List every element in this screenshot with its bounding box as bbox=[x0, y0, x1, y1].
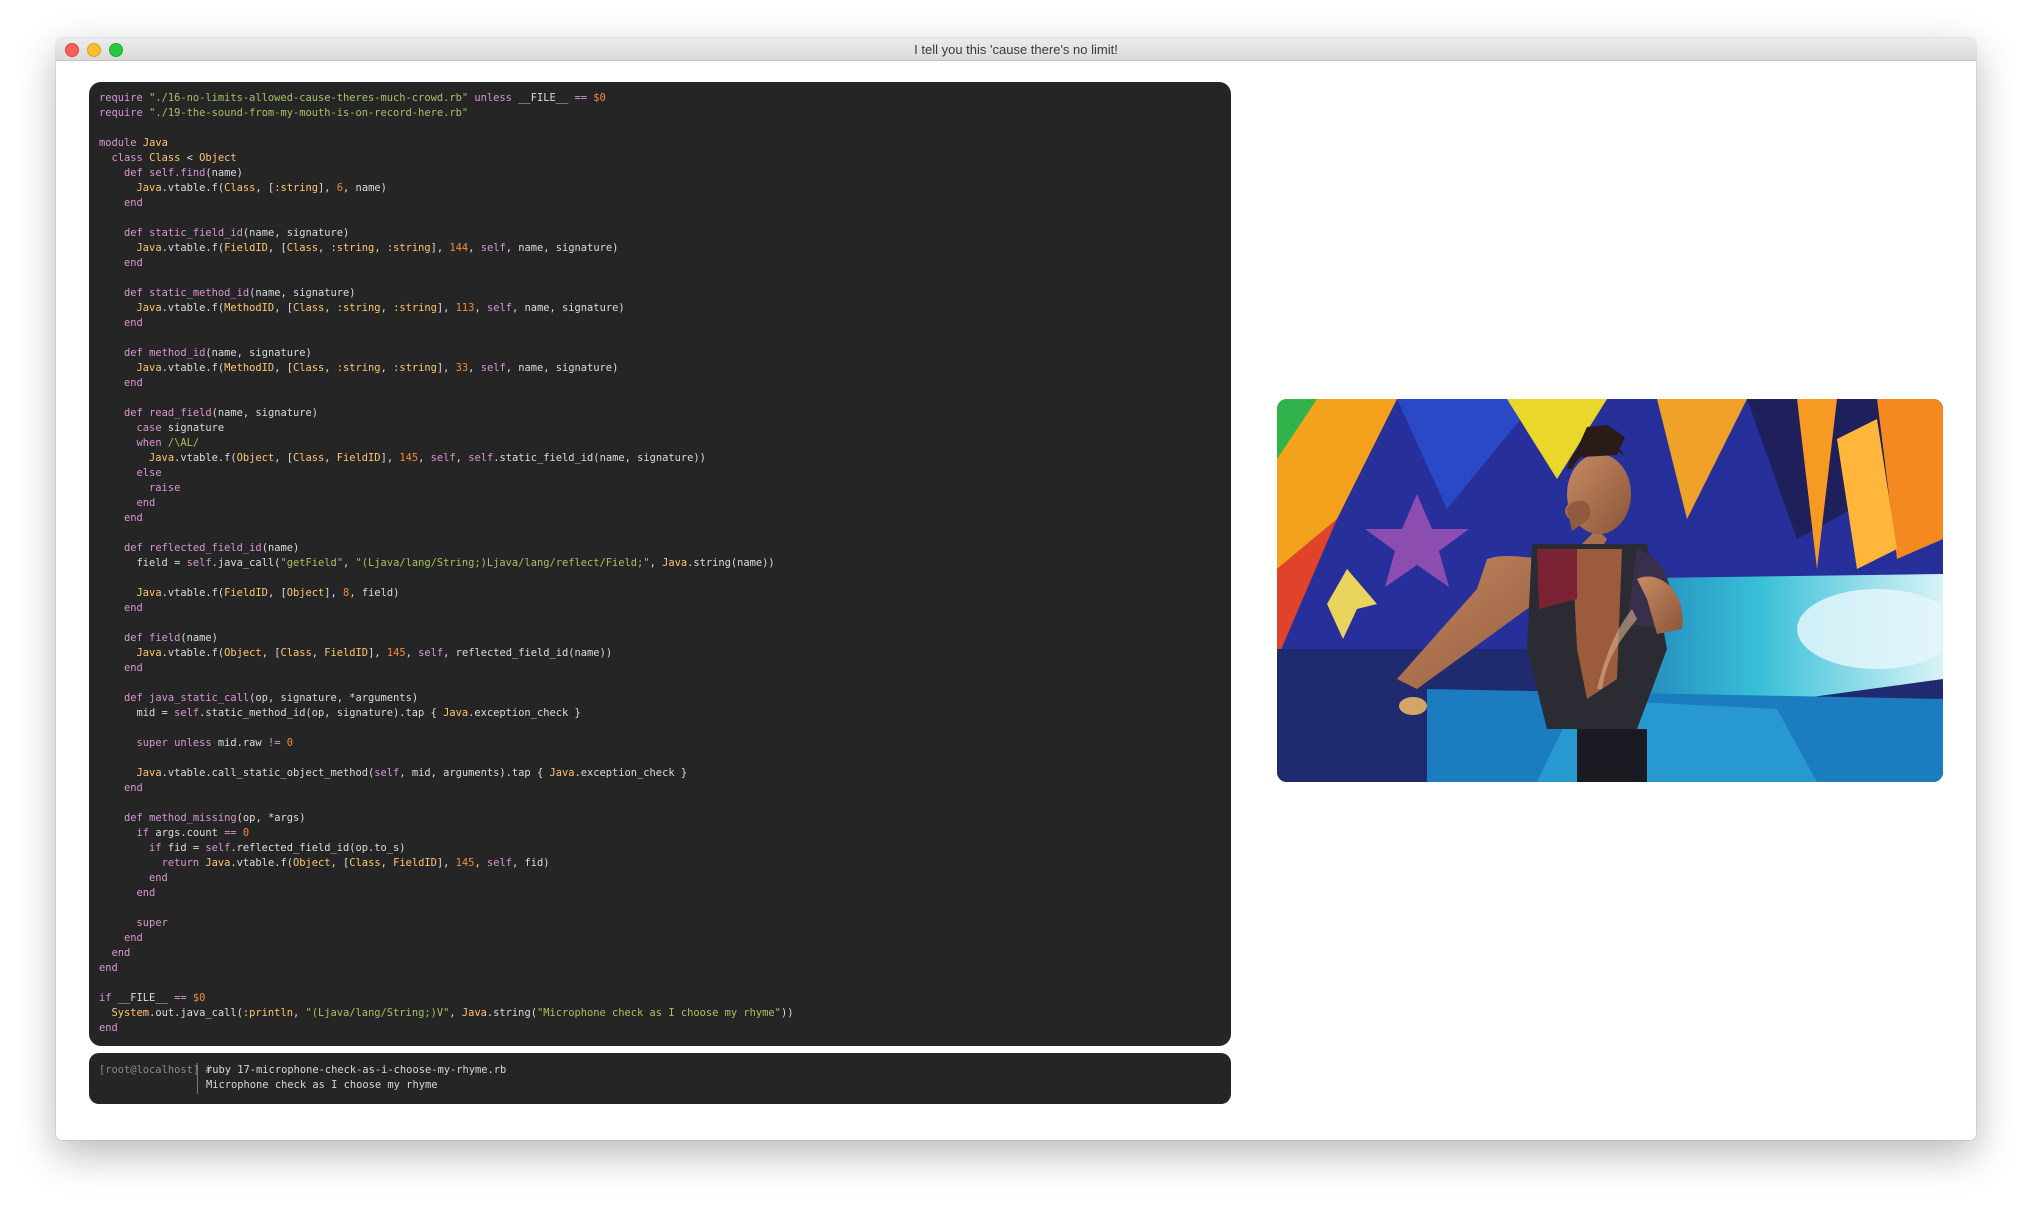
video-scene-icon bbox=[1277, 399, 1943, 782]
close-button[interactable] bbox=[65, 43, 79, 57]
terminal-panel[interactable]: [root@localhost] # ruby 17-microphone-ch… bbox=[89, 1053, 1231, 1104]
code-editor[interactable]: require "./16-no-limits-allowed-cause-th… bbox=[89, 82, 1231, 1046]
terminal-output: Microphone check as I choose my rhyme bbox=[206, 1079, 438, 1091]
title-bar: I tell you this 'cause there's no limit! bbox=[56, 38, 1976, 61]
terminal-command: ruby 17-microphone-check-as-i-choose-my-… bbox=[206, 1064, 507, 1076]
terminal-prompt: [root@localhost] # bbox=[99, 1064, 212, 1076]
code-content: require "./16-no-limits-allowed-cause-th… bbox=[99, 92, 794, 1034]
minimize-button[interactable] bbox=[87, 43, 101, 57]
app-window: I tell you this 'cause there's no limit!… bbox=[56, 38, 1976, 1140]
terminal-divider bbox=[197, 1063, 198, 1094]
window-title: I tell you this 'cause there's no limit! bbox=[914, 41, 1118, 57]
maximize-button[interactable] bbox=[109, 43, 123, 57]
video-frame[interactable] bbox=[1277, 399, 1943, 782]
window-controls bbox=[65, 43, 123, 57]
